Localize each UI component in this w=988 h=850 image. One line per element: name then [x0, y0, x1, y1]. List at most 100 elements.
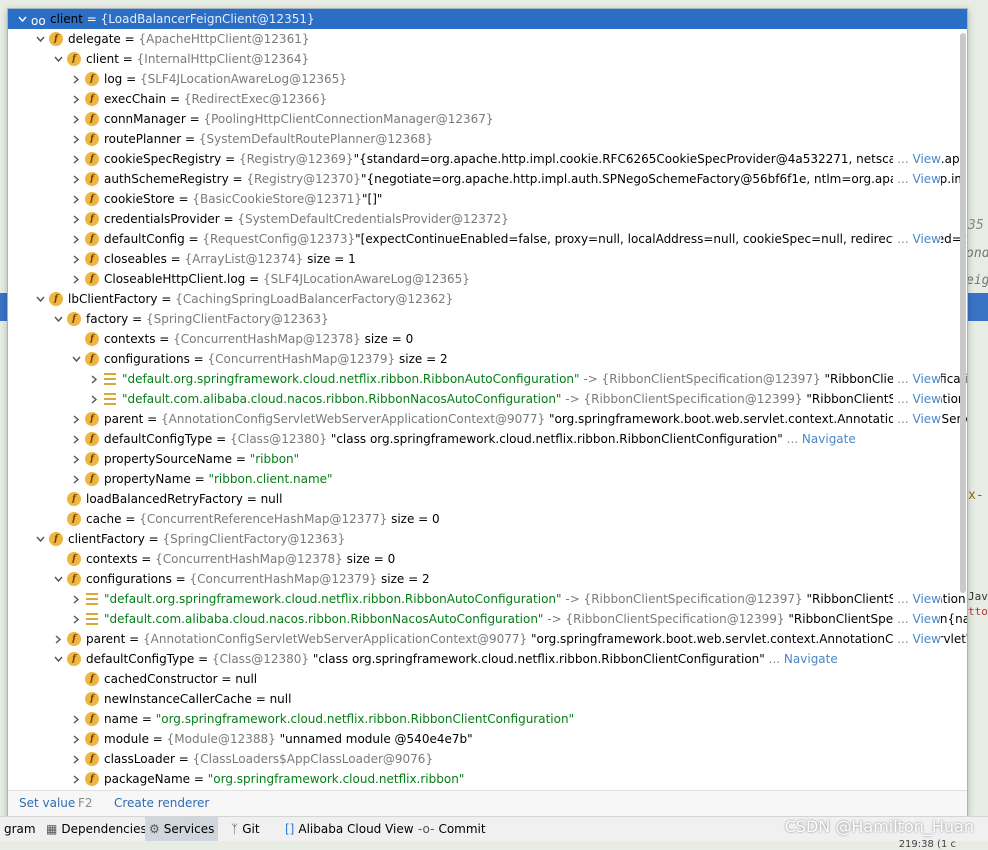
tree-row-text: cache = {ConcurrentReferenceHashMap@1237…	[86, 512, 440, 526]
view-link[interactable]: ... View	[893, 629, 941, 649]
tree-row-text: closeables = {ArrayList@12374} size = 1	[104, 252, 356, 266]
tree-row[interactable]: f closeables = {ArrayList@12374} size = 1	[8, 249, 967, 269]
tree-row[interactable]: f connManager = {PoolingHttpClientConnect…	[8, 109, 967, 129]
tree-row[interactable]: f execChain = {RedirectExec@12366}	[8, 89, 967, 109]
navigate-label: Navigate	[783, 652, 838, 666]
tree-row[interactable]: f defaultConfigType = {Class@12380} "clas…	[8, 649, 967, 669]
chevron-right-icon[interactable]	[70, 429, 82, 449]
chevron-right-icon[interactable]	[70, 769, 82, 789]
chevron-right-icon[interactable]	[70, 749, 82, 769]
tree-row[interactable]: f CloseableHttpClient.log = {SLF4JLocatio…	[8, 269, 967, 289]
tree-row[interactable]: f configurations = {ConcurrentHashMap@123…	[8, 349, 967, 369]
chevron-down-icon[interactable]	[70, 349, 82, 369]
tree-row[interactable]: "default.org.springframework.cloud.netfl…	[8, 369, 967, 389]
toolbar-item-services[interactable]: ⚙ Services	[145, 817, 219, 841]
navigate-link[interactable]: ... Navigate	[783, 432, 856, 446]
chevron-right-icon[interactable]	[70, 229, 82, 249]
chevron-right-icon[interactable]	[70, 609, 82, 629]
chevron-down-icon[interactable]	[52, 569, 64, 589]
chevron-right-icon[interactable]	[70, 729, 82, 749]
chevron-right-icon[interactable]	[70, 109, 82, 129]
tree-row[interactable]: f loadBalancedRetryFactory = null	[8, 489, 967, 509]
toolbar-item-dependencies[interactable]: ▦ Dependencies	[42, 817, 151, 841]
scrollbar[interactable]	[958, 29, 967, 791]
toolbar-item-alibaba-cloud-view[interactable]: [] Alibaba Cloud View	[281, 817, 418, 841]
tree-row[interactable]: oo client = {LoadBalancerFeignClient@1235…	[8, 9, 967, 29]
chevron-right-icon[interactable]	[70, 269, 82, 289]
chevron-right-icon[interactable]	[52, 629, 64, 649]
chevron-down-icon[interactable]	[16, 9, 28, 29]
navigate-link[interactable]: ... Navigate	[765, 652, 838, 666]
tree-row[interactable]: f delegate = {ApacheHttpClient@12361}	[8, 29, 967, 49]
tree-row[interactable]: f propertySourceName = "ribbon"	[8, 449, 967, 469]
tree-row[interactable]: f module = {Module@12388} "unnamed module…	[8, 729, 967, 749]
set-value-link[interactable]: Set value	[19, 791, 75, 816]
view-link[interactable]: ... View	[893, 169, 941, 189]
tree-row[interactable]: f configurations = {ConcurrentHashMap@123…	[8, 569, 967, 589]
chevron-down-icon[interactable]	[34, 289, 46, 309]
tree-row[interactable]: f newInstanceCallerCache = null	[8, 689, 967, 709]
chevron-right-icon[interactable]	[70, 169, 82, 189]
tree-row[interactable]: "default.org.springframework.cloud.netfl…	[8, 589, 967, 609]
tree-row[interactable]: f authSchemeRegistry = {Registry@12370}"{…	[8, 169, 967, 189]
view-link[interactable]: ... View	[893, 609, 941, 629]
chevron-right-icon[interactable]	[70, 469, 82, 489]
chevron-right-icon[interactable]	[70, 709, 82, 729]
tree-row[interactable]: f name = "org.springframework.cloud.netfl…	[8, 709, 967, 729]
chevron-right-icon[interactable]	[70, 189, 82, 209]
tree-row[interactable]: "default.com.alibaba.cloud.nacos.ribbon.…	[8, 609, 967, 629]
chevron-right-icon[interactable]	[88, 369, 100, 389]
view-link[interactable]: ... View	[893, 389, 941, 409]
chevron-right-icon[interactable]	[70, 409, 82, 429]
create-renderer-link[interactable]: Create renderer	[114, 791, 209, 816]
tree-row[interactable]: f propertyName = "ribbon.client.name"	[8, 469, 967, 489]
string-value: "org.springframework.cloud.netflix.ribbo…	[207, 772, 465, 786]
tree-row[interactable]: f credentialsProvider = {SystemDefaultCre…	[8, 209, 967, 229]
chevron-down-icon[interactable]	[34, 529, 46, 549]
tree-row[interactable]: f client = {InternalHttpClient@12364}	[8, 49, 967, 69]
tree-row[interactable]: "default.com.alibaba.cloud.nacos.ribbon.…	[8, 389, 967, 409]
toolbar-item-commit[interactable]: -o- Commit	[414, 817, 490, 841]
tree-row-text: "default.org.springframework.cloud.netfl…	[104, 589, 967, 609]
chevron-right-icon[interactable]	[70, 249, 82, 269]
chevron-right-icon[interactable]	[70, 129, 82, 149]
tree-row[interactable]: f contexts = {ConcurrentHashMap@12378} si…	[8, 549, 967, 569]
chevron-down-icon[interactable]	[52, 649, 64, 669]
view-link[interactable]: ... View	[893, 409, 941, 429]
tree-row[interactable]: f lbClientFactory = {CachingSpringLoadBal…	[8, 289, 967, 309]
view-link[interactable]: ... View	[893, 589, 941, 609]
variables-tree[interactable]: oo client = {LoadBalancerFeignClient@1235…	[8, 9, 967, 791]
tree-row[interactable]: f parent = {AnnotationConfigServletWebSer…	[8, 629, 967, 649]
tree-row[interactable]: f classLoader = {ClassLoaders$AppClassLoa…	[8, 749, 967, 769]
view-link[interactable]: ... View	[893, 229, 941, 249]
view-link[interactable]: ... View	[893, 149, 941, 169]
chevron-right-icon[interactable]	[70, 149, 82, 169]
chevron-right-icon[interactable]	[70, 89, 82, 109]
tree-row[interactable]: f contexts = {ConcurrentHashMap@12378} si…	[8, 329, 967, 349]
chevron-down-icon[interactable]	[52, 309, 64, 329]
object-reference: {Registry@12369}	[238, 152, 354, 166]
tree-row[interactable]: f parent = {AnnotationConfigServletWebSer…	[8, 409, 967, 429]
tree-row[interactable]: f defaultConfigType = {Class@12380} "clas…	[8, 429, 967, 449]
tree-row[interactable]: f routePlanner = {SystemDefaultRoutePlann…	[8, 129, 967, 149]
tree-row[interactable]: f factory = {SpringClientFactory@12363}	[8, 309, 967, 329]
tree-row[interactable]: f cachedConstructor = null	[8, 669, 967, 689]
chevron-right-icon[interactable]	[70, 69, 82, 89]
toolbar-item-git[interactable]: ᛉ Git	[227, 817, 264, 841]
tree-row[interactable]: f clientFactory = {SpringClientFactory@12…	[8, 529, 967, 549]
tree-row[interactable]: f defaultConfig = {RequestConfig@12373}"[…	[8, 229, 967, 249]
scrollbar-thumb[interactable]	[960, 33, 966, 593]
chevron-down-icon[interactable]	[34, 29, 46, 49]
view-link[interactable]: ... View	[893, 369, 941, 389]
chevron-right-icon[interactable]	[88, 389, 100, 409]
tree-row[interactable]: f cookieSpecRegistry = {Registry@12369}"{…	[8, 149, 967, 169]
chevron-right-icon[interactable]	[70, 449, 82, 469]
tree-row[interactable]: f log = {SLF4JLocationAwareLog@12365}	[8, 69, 967, 89]
tree-row[interactable]: f cache = {ConcurrentReferenceHashMap@123…	[8, 509, 967, 529]
chevron-right-icon[interactable]	[70, 589, 82, 609]
chevron-down-icon[interactable]	[52, 49, 64, 69]
tree-row[interactable]: f cookieStore = {BasicCookieStore@12371}"…	[8, 189, 967, 209]
toolbar-item-diagram[interactable]: gram	[0, 817, 40, 841]
tree-row[interactable]: f packageName = "org.springframework.clou…	[8, 769, 967, 789]
chevron-right-icon[interactable]	[70, 209, 82, 229]
